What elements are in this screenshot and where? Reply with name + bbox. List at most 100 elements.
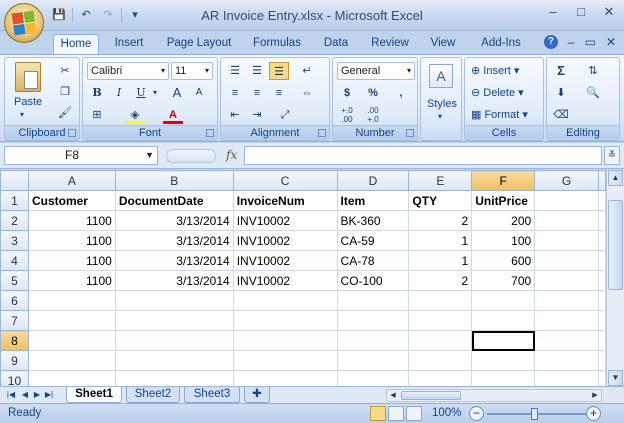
- cell-e6[interactable]: [408, 290, 473, 311]
- cell-overflow[interactable]: [598, 350, 606, 371]
- align-top-icon[interactable]: ☰: [225, 62, 245, 80]
- comma-button[interactable]: ,: [391, 84, 411, 102]
- number-launcher-icon[interactable]: [406, 129, 414, 137]
- currency-button[interactable]: $: [337, 84, 357, 102]
- tab-add-ins[interactable]: Add-Ins: [474, 34, 528, 54]
- delete-cells-button[interactable]: ⊖ Delete ▾: [471, 86, 524, 99]
- row-header[interactable]: 9: [0, 350, 29, 371]
- cell-b9[interactable]: [114, 350, 234, 371]
- percent-button[interactable]: %: [363, 84, 383, 102]
- align-left-icon[interactable]: ≡: [225, 84, 245, 102]
- name-box[interactable]: F8 ▼: [4, 146, 158, 165]
- cell-b2[interactable]: 3/13/2014: [114, 210, 234, 231]
- first-sheet-icon[interactable]: |◀: [6, 388, 16, 402]
- row-header[interactable]: 2: [0, 210, 29, 231]
- cell-f8[interactable]: [471, 330, 536, 351]
- doc-close-button[interactable]: ✕: [606, 35, 616, 49]
- next-sheet-icon[interactable]: ▶: [32, 388, 42, 402]
- cell-c1[interactable]: InvoiceNum: [232, 190, 338, 211]
- font-launcher-icon[interactable]: [206, 129, 214, 137]
- cell-f4[interactable]: 600: [471, 250, 536, 271]
- cell-d4[interactable]: CA-78: [336, 250, 410, 271]
- scroll-down-icon[interactable]: ▼: [608, 370, 623, 386]
- cell-a10[interactable]: [27, 370, 116, 386]
- cell-g4[interactable]: [534, 250, 599, 271]
- styles-button[interactable]: Styles: [427, 98, 457, 110]
- align-middle-icon[interactable]: ☰: [247, 62, 267, 80]
- cell-e9[interactable]: [408, 350, 473, 371]
- maximize-button[interactable]: □: [572, 4, 590, 20]
- cell-a8[interactable]: [27, 330, 116, 351]
- tab-page-layout[interactable]: Page Layout: [162, 34, 236, 54]
- find-select-icon[interactable]: 🔍: [583, 84, 603, 102]
- formula-input[interactable]: [244, 146, 602, 165]
- expand-formula-bar-icon[interactable]: ≚: [604, 146, 620, 165]
- paste-icon[interactable]: [15, 62, 41, 92]
- cell-f3[interactable]: 100: [471, 230, 536, 251]
- cell-a4[interactable]: 1100: [27, 250, 116, 271]
- decrease-indent-icon[interactable]: ⇤: [225, 106, 245, 124]
- cell-f1[interactable]: UnitPrice: [471, 190, 536, 211]
- cell-e1[interactable]: QTY: [408, 190, 473, 211]
- cell-overflow[interactable]: [598, 370, 606, 386]
- cell-g9[interactable]: [534, 350, 599, 371]
- shrink-font-button[interactable]: A: [189, 84, 209, 102]
- fill-color-icon[interactable]: ◈: [125, 106, 145, 124]
- cell-f6[interactable]: [471, 290, 536, 311]
- cell-d8[interactable]: [336, 330, 410, 351]
- cell-b10[interactable]: [114, 370, 234, 386]
- number-format-select[interactable]: General ▾: [337, 62, 415, 80]
- cell-a1[interactable]: Customer: [27, 190, 116, 211]
- cell-c3[interactable]: INV10002: [232, 230, 338, 251]
- borders-icon[interactable]: ⊞: [87, 106, 107, 124]
- formula-bar-divider-handle[interactable]: [166, 149, 216, 163]
- tab-insert[interactable]: Insert: [106, 34, 152, 54]
- cell-c8[interactable]: [232, 330, 338, 351]
- font-color-button[interactable]: A: [163, 106, 183, 124]
- cell-e2[interactable]: 2: [408, 210, 473, 231]
- cell-g8[interactable]: [534, 330, 599, 351]
- name-box-dropdown-icon[interactable]: ▼: [145, 147, 154, 164]
- cell-b5[interactable]: 3/13/2014: [114, 270, 234, 291]
- cell-g10[interactable]: [534, 370, 599, 386]
- column-header-d[interactable]: D: [336, 170, 410, 191]
- cell-c9[interactable]: [232, 350, 338, 371]
- cell-b3[interactable]: 3/13/2014: [114, 230, 234, 251]
- fill-icon[interactable]: ⬇: [551, 84, 571, 102]
- row-header[interactable]: 6: [0, 290, 29, 311]
- scroll-left-icon[interactable]: ◀: [387, 390, 399, 401]
- cell-g7[interactable]: [534, 310, 599, 331]
- cell-overflow[interactable]: [598, 310, 606, 331]
- copy-icon[interactable]: ❐: [55, 83, 75, 101]
- format-cells-button[interactable]: ▦ Format ▾: [471, 108, 528, 121]
- cell-f9[interactable]: [471, 350, 536, 371]
- italic-button[interactable]: I: [109, 84, 129, 102]
- grow-font-button[interactable]: A: [167, 84, 187, 102]
- zoom-in-button[interactable]: +: [586, 406, 601, 421]
- scroll-up-icon[interactable]: ▲: [608, 170, 623, 186]
- help-icon[interactable]: ?: [543, 35, 558, 49]
- horizontal-scroll-thumb[interactable]: [401, 391, 461, 400]
- cell-b6[interactable]: [114, 290, 234, 311]
- cell-a5[interactable]: 1100: [27, 270, 116, 291]
- cell-a7[interactable]: [27, 310, 116, 331]
- minimize-button[interactable]: –: [544, 4, 562, 20]
- cell-g6[interactable]: [534, 290, 599, 311]
- cell-c7[interactable]: [232, 310, 338, 331]
- column-header-g[interactable]: G: [534, 170, 599, 191]
- align-bottom-icon[interactable]: ☰: [269, 62, 289, 80]
- cell-d5[interactable]: CO-100: [336, 270, 410, 291]
- sheet-tab-sheet1[interactable]: Sheet1: [66, 387, 122, 403]
- cell-overflow[interactable]: [598, 230, 606, 251]
- cell-overflow[interactable]: [598, 290, 606, 311]
- clipboard-launcher-icon[interactable]: [68, 129, 76, 137]
- align-center-icon[interactable]: ≡: [247, 84, 267, 102]
- cell-overflow[interactable]: [598, 250, 606, 271]
- styles-dropdown-icon[interactable]: ▾: [438, 112, 442, 121]
- cell-d10[interactable]: [336, 370, 410, 386]
- tab-review[interactable]: Review: [366, 34, 414, 54]
- cell-a9[interactable]: [27, 350, 116, 371]
- cell-e7[interactable]: [408, 310, 473, 331]
- row-header[interactable]: 3: [0, 230, 29, 251]
- cell-a2[interactable]: 1100: [27, 210, 116, 231]
